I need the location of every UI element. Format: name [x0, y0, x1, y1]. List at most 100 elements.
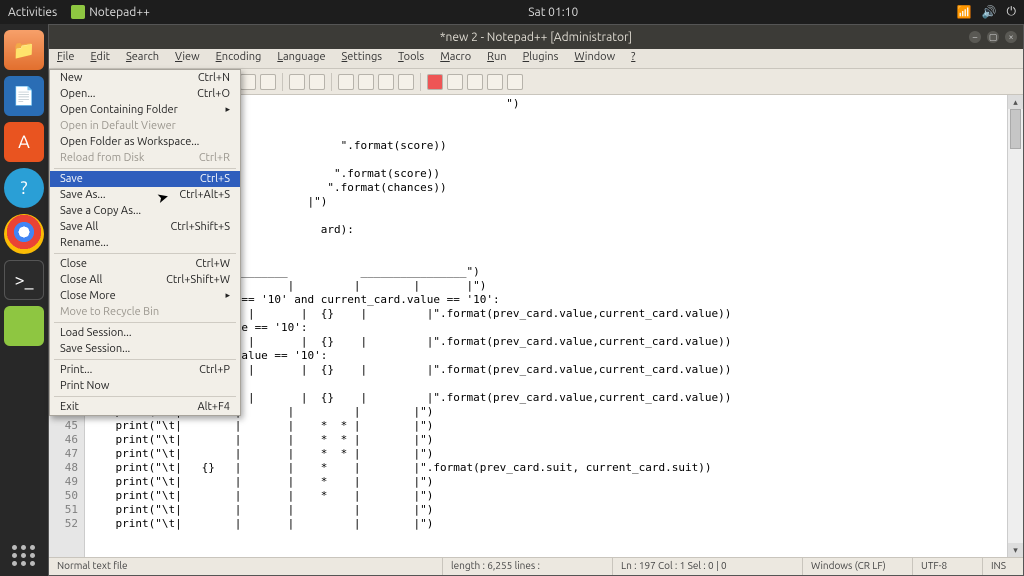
- menu-item-label: Open Containing Folder: [60, 104, 178, 116]
- menu-settings[interactable]: Settings: [334, 49, 391, 68]
- menu-file[interactable]: File: [49, 49, 82, 68]
- scroll-down-icon[interactable]: ▾: [1008, 543, 1023, 557]
- gnome-top-bar: Activities Notepad++ Sat 01:10 📶 🔊 ⏻: [0, 0, 1024, 24]
- tb-wrap[interactable]: [338, 74, 354, 90]
- menu-separator: [54, 253, 236, 254]
- window-close[interactable]: ×: [1005, 31, 1017, 43]
- menu-item-label: Rename...: [60, 237, 109, 249]
- vertical-scrollbar[interactable]: ▴ ▾: [1007, 95, 1023, 557]
- menu-item-label: Save: [60, 173, 83, 185]
- menu-encoding[interactable]: Encoding: [208, 49, 270, 68]
- menu-item-save-a-copy-as[interactable]: Save a Copy As...: [50, 203, 240, 219]
- volume-icon[interactable]: 🔊: [982, 5, 997, 19]
- tb-rec[interactable]: [427, 74, 443, 90]
- activities-button[interactable]: Activities: [8, 6, 57, 19]
- menu-item-accel: Ctrl+O: [197, 88, 230, 100]
- power-icon[interactable]: ⏻: [1007, 5, 1017, 19]
- menu-item-accel: Ctrl+R: [199, 152, 230, 164]
- menu-item-close[interactable]: CloseCtrl+W: [50, 256, 240, 272]
- dock-notepadpp[interactable]: [4, 306, 44, 346]
- menu-item-accel: Alt+F4: [197, 401, 230, 413]
- status-eol[interactable]: Windows (CR LF): [803, 558, 913, 575]
- menu-search[interactable]: Search: [118, 49, 167, 68]
- menu-item-rename[interactable]: Rename...: [50, 235, 240, 251]
- notepadpp-window: *new 2 - Notepad++ [Administrator] – ▢ ×…: [48, 24, 1024, 576]
- scroll-thumb[interactable]: [1010, 109, 1021, 149]
- menu-item-label: Reload from Disk: [60, 152, 144, 164]
- menu-plugins[interactable]: Plugins: [515, 49, 567, 68]
- tb-indent[interactable]: [378, 74, 394, 90]
- menu-item-save-as[interactable]: Save As... Ctrl+Alt+S: [50, 187, 240, 203]
- active-app-indicator[interactable]: Notepad++: [71, 5, 150, 19]
- status-position: Ln : 197 Col : 1 Sel : 0 | 0: [613, 558, 803, 575]
- menubar: FileEditSearchViewEncodingLanguageSettin…: [49, 49, 1023, 69]
- menu-item-close-all[interactable]: Close AllCtrl+Shift+W: [50, 272, 240, 288]
- dock-apps-grid[interactable]: [12, 545, 36, 566]
- menu-item-accel: Ctrl+Shift+S: [170, 221, 230, 233]
- menu-item-open-folder-as-workspace[interactable]: Open Folder as Workspace...: [50, 134, 240, 150]
- menu-item-label: Save As...: [60, 189, 106, 201]
- menu-language[interactable]: Language: [269, 49, 333, 68]
- menu-run[interactable]: Run: [479, 49, 514, 68]
- menu-item-new[interactable]: NewCtrl+N: [50, 70, 240, 86]
- dock-files[interactable]: 📁: [4, 30, 44, 70]
- menu-item-move-to-recycle-bin: Move to Recycle Bin: [50, 304, 240, 320]
- menu-macro[interactable]: Macro: [432, 49, 479, 68]
- menu-item-save-session[interactable]: Save Session...: [50, 341, 240, 357]
- network-icon[interactable]: 📶: [957, 5, 972, 19]
- menu-help[interactable]: ?: [623, 49, 643, 68]
- menu-separator: [54, 359, 236, 360]
- tb-savemacro[interactable]: [507, 74, 523, 90]
- tb-playmulti[interactable]: [487, 74, 503, 90]
- menu-item-open-containing-folder[interactable]: Open Containing Folder ▸: [50, 102, 240, 118]
- clock[interactable]: Sat 01:10: [150, 6, 957, 19]
- menu-item-load-session[interactable]: Load Session...: [50, 325, 240, 341]
- menu-item-print-now[interactable]: Print Now: [50, 378, 240, 394]
- menu-item-label: Save Session...: [60, 343, 130, 355]
- dock-chrome[interactable]: [4, 214, 44, 254]
- scroll-up-icon[interactable]: ▴: [1008, 95, 1023, 109]
- submenu-arrow-icon: ▸: [225, 104, 230, 116]
- tb-play[interactable]: [447, 74, 463, 90]
- menu-item-accel: Ctrl+Shift+W: [166, 274, 230, 286]
- status-insert-mode[interactable]: INS: [983, 558, 1023, 575]
- menu-item-close-more[interactable]: Close More▸: [50, 288, 240, 304]
- menu-window[interactable]: Window: [566, 49, 623, 68]
- tb-stop[interactable]: [467, 74, 483, 90]
- dock-help[interactable]: ?: [4, 168, 44, 208]
- menu-view[interactable]: View: [167, 49, 208, 68]
- menu-item-label: Open...: [60, 88, 95, 100]
- tb-zoomout[interactable]: [309, 74, 325, 90]
- tb-find[interactable]: [240, 74, 256, 90]
- menu-item-label: Print Now: [60, 380, 109, 392]
- menu-separator: [54, 168, 236, 169]
- window-minimize[interactable]: –: [969, 31, 981, 43]
- dock: 📁 📄 A ? >_: [0, 24, 48, 576]
- tb-sep: [331, 73, 332, 91]
- menu-item-save[interactable]: SaveCtrl+S: [50, 171, 240, 187]
- tb-allchars[interactable]: [358, 74, 374, 90]
- menu-item-label: Print...: [60, 364, 92, 376]
- status-encoding[interactable]: UTF-8: [913, 558, 983, 575]
- file-menu-dropdown: NewCtrl+N Open... Ctrl+O Open Containing Fo…: [49, 69, 241, 416]
- menu-item-accel: Ctrl+W: [196, 258, 231, 270]
- dock-document[interactable]: 📄: [4, 76, 44, 116]
- dock-software[interactable]: A: [4, 122, 44, 162]
- menu-item-label: Open Folder as Workspace...: [60, 136, 199, 148]
- window-maximize[interactable]: ▢: [987, 31, 999, 43]
- menu-item-exit[interactable]: ExitAlt+F4: [50, 399, 240, 415]
- menu-item-reload-from-disk: Reload from Disk Ctrl+R: [50, 150, 240, 166]
- menu-tools[interactable]: Tools: [390, 49, 432, 68]
- menu-edit[interactable]: Edit: [82, 49, 118, 68]
- dock-terminal[interactable]: >_: [4, 260, 44, 300]
- tb-zoomin[interactable]: [289, 74, 305, 90]
- window-titlebar[interactable]: *new 2 - Notepad++ [Administrator] – ▢ ×: [49, 25, 1023, 49]
- menu-item-label: Close More: [60, 290, 116, 302]
- tb-replace[interactable]: [260, 74, 276, 90]
- menu-item-accel: Ctrl+Alt+S: [179, 189, 230, 201]
- menu-item-accel: Ctrl+P: [199, 364, 230, 376]
- menu-item-open[interactable]: Open... Ctrl+O: [50, 86, 240, 102]
- menu-item-print[interactable]: Print... Ctrl+P: [50, 362, 240, 378]
- menu-item-save-all[interactable]: Save AllCtrl+Shift+S: [50, 219, 240, 235]
- tb-fold[interactable]: [398, 74, 414, 90]
